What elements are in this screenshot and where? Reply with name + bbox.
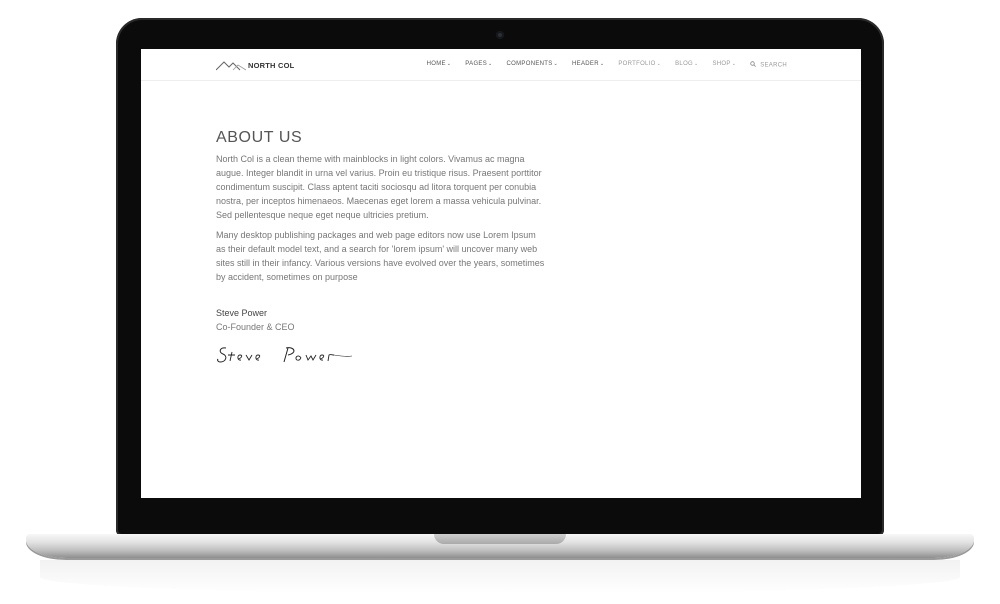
about-paragraph-2: Many desktop publishing packages and web…: [216, 230, 545, 282]
chevron-down-icon: ⌄: [553, 61, 559, 67]
nav-item-header[interactable]: HEADER⌄: [572, 61, 604, 69]
laptop-notch: [434, 534, 566, 544]
nav-item-components[interactable]: COMPONENTS⌄: [507, 61, 559, 69]
brand-logo[interactable]: NORTH COL: [216, 58, 294, 72]
nav-item-pages[interactable]: PAGES⌄: [465, 61, 492, 69]
laptop-reflection: [40, 560, 960, 594]
chevron-down-icon: ⌄: [731, 61, 737, 67]
signature-image: [216, 344, 546, 373]
chevron-down-icon: ⌄: [694, 61, 699, 67]
search-icon: [750, 61, 758, 69]
about-section: ABOUT US North Col is a clean theme with…: [216, 129, 546, 373]
about-title: ABOUT US: [216, 129, 303, 146]
brand-name: NORTH COL: [248, 60, 295, 70]
chevron-down-icon: ⌄: [599, 61, 605, 67]
nav-item-portfolio[interactable]: PORTFOLIO⌄: [618, 61, 661, 69]
main-nav: HOME⌄ PAGES⌄ COMPONENTS⌄ HEADER⌄ PORTFOL…: [413, 61, 787, 69]
about-paragraph-1: North Col is a clean theme with mainbloc…: [216, 154, 542, 220]
mountain-logo-icon: [216, 60, 246, 71]
laptop-screen: NORTH COL HOME⌄ PAGES⌄ COMPONENTS⌄ HEADE…: [141, 49, 861, 498]
nav-item-home[interactable]: HOME⌄: [427, 61, 452, 69]
navbar: NORTH COL HOME⌄ PAGES⌄ COMPONENTS⌄ HEADE…: [141, 49, 861, 81]
camera-icon: [496, 31, 504, 39]
chevron-down-icon: ⌄: [488, 61, 493, 67]
author-name: Steve Power: [216, 308, 268, 318]
nav-item-blog[interactable]: BLOG⌄: [675, 61, 698, 69]
author-role: Co-Founder & CEO: [216, 322, 295, 332]
nav-item-shop[interactable]: SHOP⌄: [713, 61, 737, 69]
nav-search-button[interactable]: SEARCH: [750, 61, 787, 69]
chevron-down-icon: ⌄: [656, 61, 662, 67]
chevron-down-icon: ⌄: [446, 61, 452, 67]
